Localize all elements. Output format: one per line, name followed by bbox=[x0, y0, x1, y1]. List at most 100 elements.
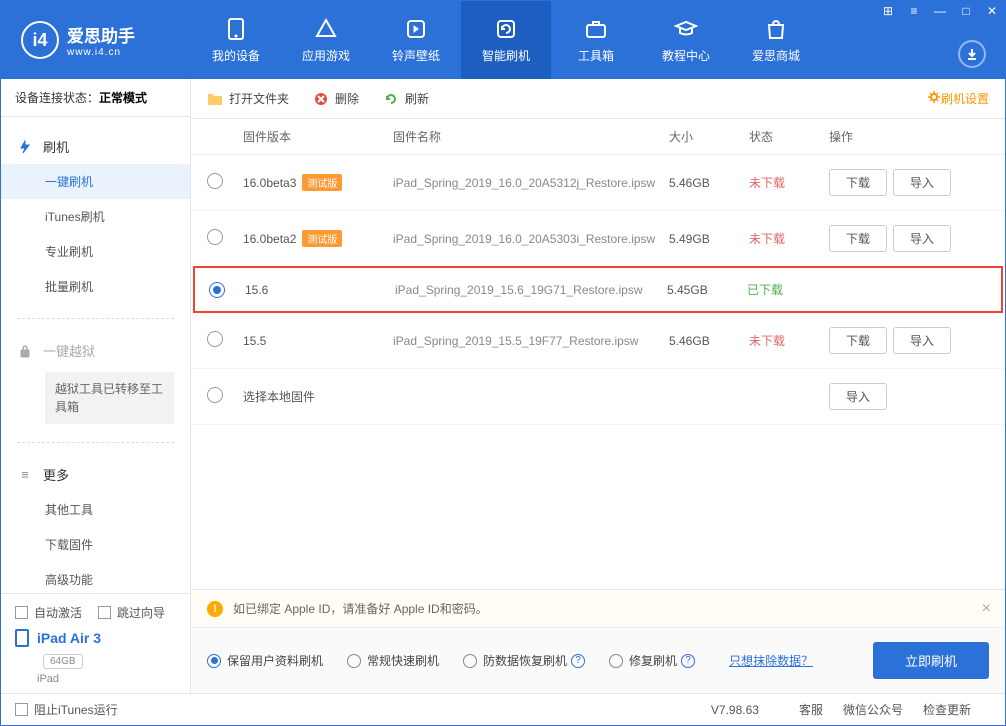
firmware-status: 未下载 bbox=[749, 230, 829, 247]
firmware-size: 5.49GB bbox=[669, 232, 749, 246]
list-icon[interactable]: ≡ bbox=[906, 4, 922, 18]
import-button[interactable]: 导入 bbox=[893, 169, 951, 196]
auto-activate-checkbox[interactable] bbox=[15, 606, 28, 619]
tab-store[interactable]: 爱思商城 bbox=[731, 1, 821, 79]
option-anti-recovery[interactable]: 防数据恢复刷机? bbox=[463, 652, 585, 669]
version-label: V7.98.63 bbox=[711, 703, 759, 717]
firmware-size: 5.46GB bbox=[669, 334, 749, 348]
tab-toolbox[interactable]: 工具箱 bbox=[551, 1, 641, 79]
option-quick-flash[interactable]: 常规快速刷机 bbox=[347, 652, 439, 669]
maximize-icon[interactable]: □ bbox=[958, 4, 974, 18]
graduation-icon bbox=[674, 17, 698, 41]
download-button[interactable]: 下载 bbox=[829, 327, 887, 354]
lock-icon bbox=[17, 343, 33, 359]
import-button[interactable]: 导入 bbox=[829, 383, 887, 410]
app-name: 爱思助手 bbox=[67, 22, 135, 47]
refresh-small-icon bbox=[383, 91, 399, 107]
footer-support[interactable]: 客服 bbox=[799, 701, 823, 718]
firmware-version: 15.6 bbox=[245, 283, 268, 297]
minimize-icon[interactable]: — bbox=[932, 4, 948, 18]
firmware-name: iPad_Spring_2019_16.0_20A5303i_Restore.i… bbox=[393, 232, 669, 246]
firmware-version: 16.0beta2 bbox=[243, 232, 296, 246]
tab-smart-flash[interactable]: 智能刷机 bbox=[461, 1, 551, 79]
import-button[interactable]: 导入 bbox=[893, 225, 951, 252]
header-status: 状态 bbox=[749, 128, 829, 145]
table-header: 固件版本 固件名称 大小 状态 操作 bbox=[191, 119, 1005, 155]
toolbox-icon bbox=[584, 17, 608, 41]
storage-badge: 64GB bbox=[43, 654, 83, 669]
refresh-button[interactable]: 刷新 bbox=[383, 90, 429, 107]
firmware-radio[interactable] bbox=[207, 387, 223, 403]
tab-apps[interactable]: 应用游戏 bbox=[281, 1, 371, 79]
tablet-icon bbox=[15, 629, 29, 647]
firmware-size: 5.46GB bbox=[669, 176, 749, 190]
block-itunes-checkbox[interactable]: 阻止iTunes运行 bbox=[15, 701, 118, 718]
warning-close-icon[interactable]: × bbox=[982, 600, 991, 618]
firmware-status: 未下载 bbox=[749, 174, 829, 191]
help-icon[interactable]: ? bbox=[681, 654, 695, 668]
skip-guide-checkbox[interactable] bbox=[98, 606, 111, 619]
import-button[interactable]: 导入 bbox=[893, 327, 951, 354]
tab-tutorial[interactable]: 教程中心 bbox=[641, 1, 731, 79]
footer: 阻止iTunes运行 V7.98.63 客服 微信公众号 检查更新 bbox=[1, 693, 1005, 725]
sidebar-item-itunes-flash[interactable]: iTunes刷机 bbox=[1, 199, 190, 234]
sidebar-item-advanced[interactable]: 高级功能 bbox=[1, 562, 190, 593]
gear-icon bbox=[927, 90, 941, 107]
firmware-radio[interactable] bbox=[207, 229, 223, 245]
firmware-radio[interactable] bbox=[207, 331, 223, 347]
firmware-row[interactable]: 16.0beta3 测试版 iPad_Spring_2019_16.0_20A531… bbox=[191, 155, 1005, 211]
sidebar-group-flash[interactable]: 刷机 bbox=[1, 129, 190, 164]
bottom-panel: ! 如已绑定 Apple ID，请准备好 Apple ID和密码。 × 保留用户… bbox=[191, 589, 1005, 693]
help-icon[interactable]: ? bbox=[571, 654, 585, 668]
sidebar-item-download-firmware[interactable]: 下载固件 bbox=[1, 527, 190, 562]
footer-wechat[interactable]: 微信公众号 bbox=[843, 701, 903, 718]
sidebar-bottom: 自动激活 跳过向导 iPad Air 3 64GB iPad bbox=[1, 593, 190, 693]
tab-my-device[interactable]: 我的设备 bbox=[191, 1, 281, 79]
sidebar-group-jailbreak[interactable]: 一键越狱 bbox=[1, 333, 190, 368]
connected-device[interactable]: iPad Air 3 bbox=[15, 629, 176, 647]
beta-tag: 测试版 bbox=[302, 174, 342, 191]
download-button[interactable]: 下载 bbox=[829, 225, 887, 252]
warning-icon: ! bbox=[207, 601, 223, 617]
firmware-row[interactable]: 15.5iPad_Spring_2019_15.5_19F77_Restore.… bbox=[191, 313, 1005, 369]
firmware-radio[interactable] bbox=[207, 173, 223, 189]
option-keep-data[interactable]: 保留用户资料刷机 bbox=[207, 652, 323, 669]
header-version: 固件版本 bbox=[243, 128, 393, 145]
tab-ringtone[interactable]: 铃声壁纸 bbox=[371, 1, 461, 79]
footer-check-update[interactable]: 检查更新 bbox=[923, 701, 971, 718]
firmware-name: iPad_Spring_2019_15.5_19F77_Restore.ipsw bbox=[393, 334, 669, 348]
music-icon bbox=[404, 17, 428, 41]
option-repair-flash[interactable]: 修复刷机? bbox=[609, 652, 695, 669]
sidebar-item-oneclick-flash[interactable]: 一键刷机 bbox=[1, 164, 190, 199]
download-indicator-icon[interactable] bbox=[958, 40, 986, 68]
firmware-radio[interactable] bbox=[209, 282, 225, 298]
firmware-version: 16.0beta3 bbox=[243, 176, 296, 190]
firmware-row[interactable]: 15.6iPad_Spring_2019_15.6_19G71_Restore.… bbox=[193, 266, 1003, 313]
grid-icon[interactable]: ⊞ bbox=[880, 4, 896, 18]
open-folder-button[interactable]: 打开文件夹 bbox=[207, 90, 289, 107]
apps-icon bbox=[314, 17, 338, 41]
flash-now-button[interactable]: 立即刷机 bbox=[873, 642, 989, 679]
device-icon bbox=[224, 17, 248, 41]
header-name: 固件名称 bbox=[393, 128, 669, 145]
header-size: 大小 bbox=[669, 128, 749, 145]
firmware-status: 未下载 bbox=[749, 332, 829, 349]
firmware-row[interactable]: 16.0beta2测试版iPad_Spring_2019_16.0_20A530… bbox=[191, 211, 1005, 267]
firmware-size: 5.45GB bbox=[667, 283, 747, 297]
firmware-name: iPad_Spring_2019_16.0_20A5312j_Restore.i… bbox=[393, 176, 669, 190]
sidebar-item-batch-flash[interactable]: 批量刷机 bbox=[1, 269, 190, 304]
main-content: 打开文件夹 删除 刷新 刷机设置 固件版本 固件名称 大小 状态 操作 bbox=[191, 79, 1005, 693]
flash-settings-button[interactable]: 刷机设置 bbox=[927, 90, 989, 107]
sidebar-item-other-tools[interactable]: 其他工具 bbox=[1, 492, 190, 527]
sidebar-item-pro-flash[interactable]: 专业刷机 bbox=[1, 234, 190, 269]
close-icon[interactable]: ✕ bbox=[984, 4, 1000, 18]
sidebar: 设备连接状态：正常模式 刷机 一键刷机 iTunes刷机 专业刷机 批量刷机 一… bbox=[1, 79, 191, 693]
app-header: i4 爱思助手 www.i4.cn 我的设备 应用游戏 铃声壁纸 智能刷机 工具… bbox=[1, 1, 1005, 79]
folder-icon bbox=[207, 91, 223, 107]
erase-data-link[interactable]: 只想抹除数据？ bbox=[729, 652, 813, 669]
local-firmware-row[interactable]: 选择本地固件导入 bbox=[191, 369, 1005, 425]
delete-button[interactable]: 删除 bbox=[313, 90, 359, 107]
sidebar-group-more[interactable]: ≡ 更多 bbox=[1, 457, 190, 492]
download-button[interactable]: 下载 bbox=[829, 169, 887, 196]
firmware-status: 已下载 bbox=[747, 281, 827, 298]
